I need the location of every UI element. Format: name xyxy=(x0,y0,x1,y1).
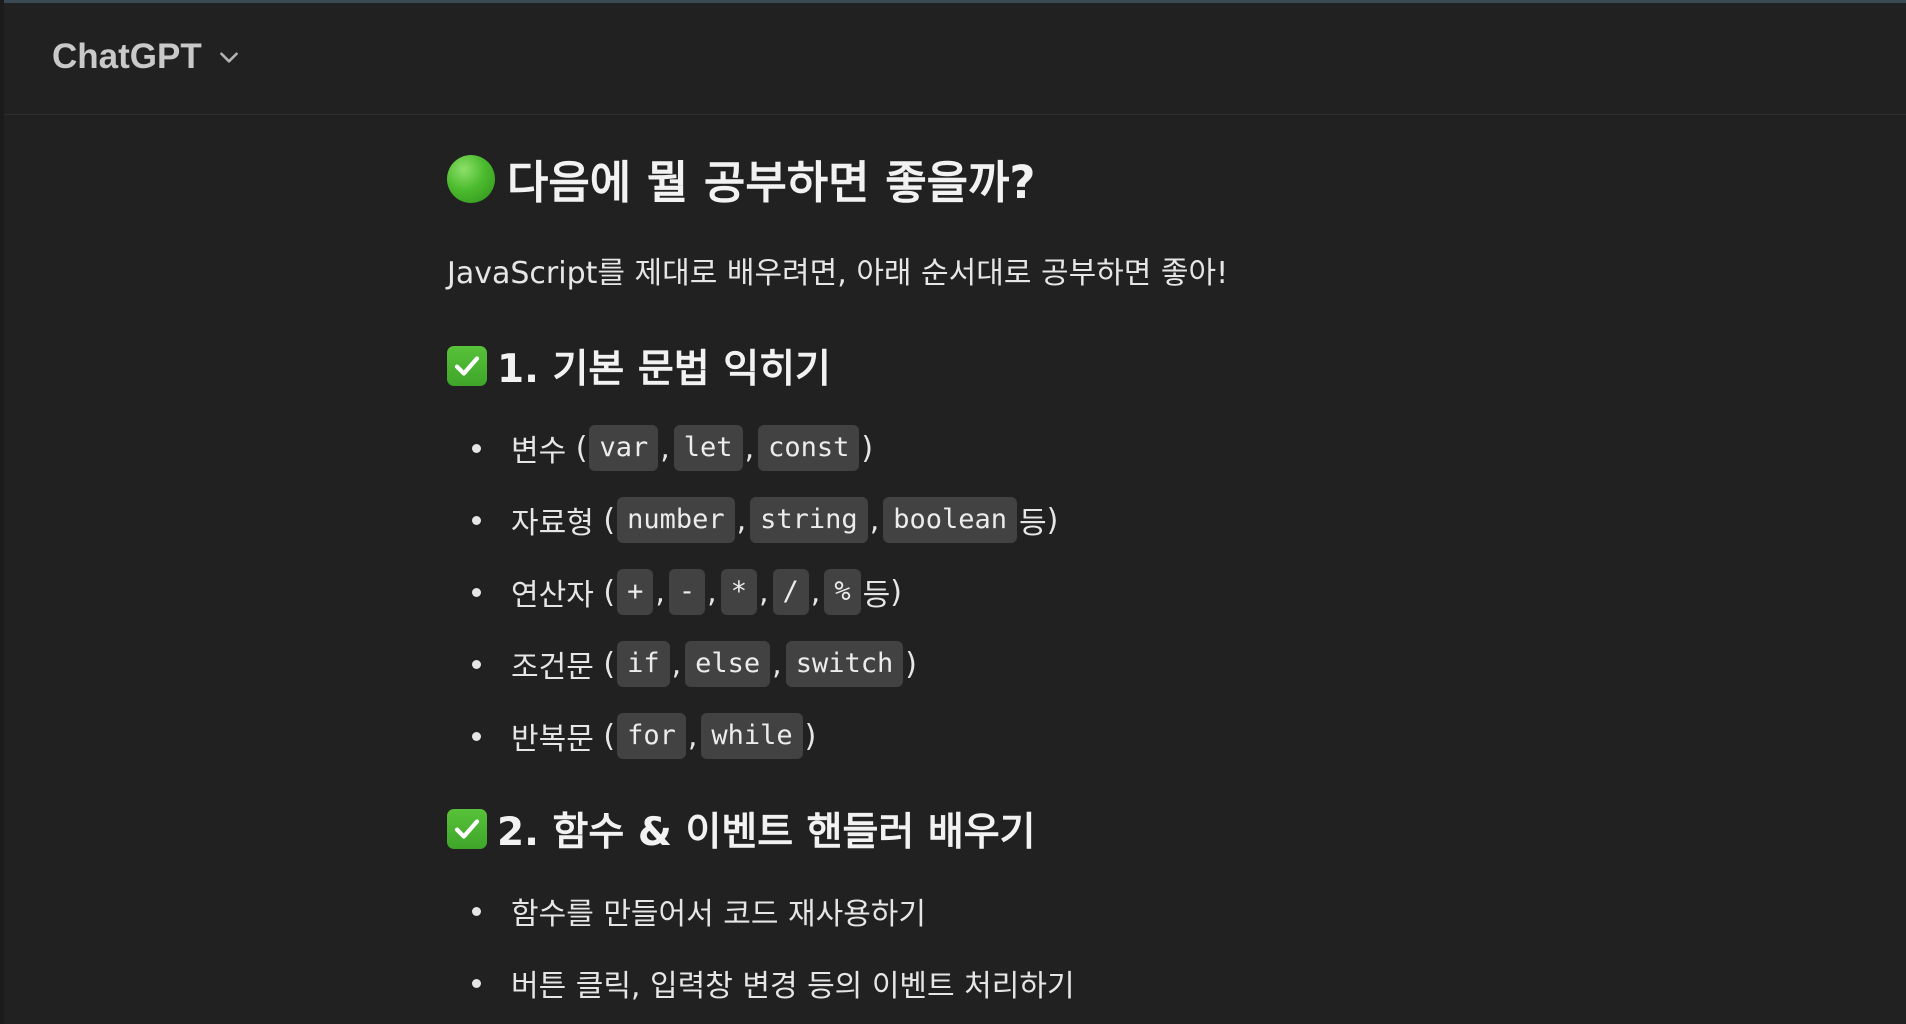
bullet-dot xyxy=(472,660,481,669)
list-item: 반복문 (for, while) xyxy=(447,700,1447,772)
bullet-dot xyxy=(472,588,481,597)
inline-code: var xyxy=(589,425,659,471)
green-circle-icon xyxy=(447,154,495,203)
bullet-dot xyxy=(472,516,481,525)
inline-code: const xyxy=(758,425,860,471)
section-heading-1: 1. 기본 문법 익히기 xyxy=(447,338,831,394)
item-label: 함수를 만들어서 코드 재사용하기 xyxy=(511,897,927,932)
inline-code: % xyxy=(824,569,861,615)
section-2-list: 함수를 만들어서 코드 재사용하기 버튼 클릭, 입력창 변경 등의 이벤트 처… xyxy=(447,875,1447,1019)
intro-paragraph: JavaScript를 제대로 배우려면, 아래 순서대로 공부하면 좋아! xyxy=(447,256,1229,291)
item-suffix: 등 xyxy=(1019,506,1047,541)
inline-code: boolean xyxy=(883,497,1018,543)
chat-header: ChatGPT xyxy=(4,3,1906,115)
inline-code: * xyxy=(720,569,757,615)
inline-code: string xyxy=(750,497,868,543)
bullet-dot xyxy=(472,444,481,453)
inline-code: + xyxy=(617,569,654,615)
check-mark-button-icon xyxy=(447,809,487,849)
section-heading-text: 2. 함수 & 이벤트 핸들러 배우기 xyxy=(497,810,1036,855)
list-item: 함수를 만들어서 코드 재사용하기 xyxy=(447,875,1447,947)
section-heading-text: 1. 기본 문법 익히기 xyxy=(497,347,831,392)
item-label: 연산자 xyxy=(511,578,594,613)
inline-code: else xyxy=(685,641,771,687)
section-heading-2: 2. 함수 & 이벤트 핸들러 배우기 xyxy=(447,801,1036,857)
item-label: 자료형 xyxy=(511,506,594,541)
item-suffix: 등 xyxy=(862,578,891,613)
list-item: 자료형 (number, string, boolean 등) xyxy=(447,484,1447,556)
list-item: 변수 (var, let, const) xyxy=(447,412,1447,484)
message-heading: 다음에 뭘 공부하면 좋을까? xyxy=(447,146,1036,211)
item-label: 변수 xyxy=(511,434,567,469)
bullet-dot xyxy=(472,907,481,916)
inline-code: - xyxy=(668,569,706,615)
list-item: 연산자 (+, -, *, /,% 등) xyxy=(447,556,1447,628)
inline-code: let xyxy=(673,425,743,471)
window-left-edge xyxy=(0,0,4,1024)
inline-code: / xyxy=(772,569,809,615)
model-name: ChatGPT xyxy=(52,37,202,76)
message-heading-text: 다음에 뭘 공부하면 좋을까? xyxy=(507,156,1036,209)
bullet-dot xyxy=(472,979,481,988)
inline-code: for xyxy=(617,713,686,759)
item-label: 조건문 xyxy=(511,650,594,685)
item-label: 반복문 xyxy=(511,722,594,757)
chevron-down-icon xyxy=(219,52,238,63)
model-selector-button[interactable]: ChatGPT xyxy=(52,37,242,77)
inline-code: if xyxy=(617,641,670,687)
inline-code: number xyxy=(617,497,735,543)
item-label: 버튼 클릭, 입력창 변경 등의 이벤트 처리하기 xyxy=(511,969,1075,1004)
list-item: 조건문 (if, else, switch) xyxy=(447,628,1447,700)
inline-code: switch xyxy=(785,641,904,687)
check-mark-button-icon xyxy=(447,346,487,386)
bullet-dot xyxy=(472,732,481,741)
list-item: 버튼 클릭, 입력창 변경 등의 이벤트 처리하기 xyxy=(447,947,1447,1019)
inline-code: while xyxy=(701,713,803,759)
section-1-list: 변수 (var, let, const) 자료형 (number, string, bo… xyxy=(447,412,1447,772)
